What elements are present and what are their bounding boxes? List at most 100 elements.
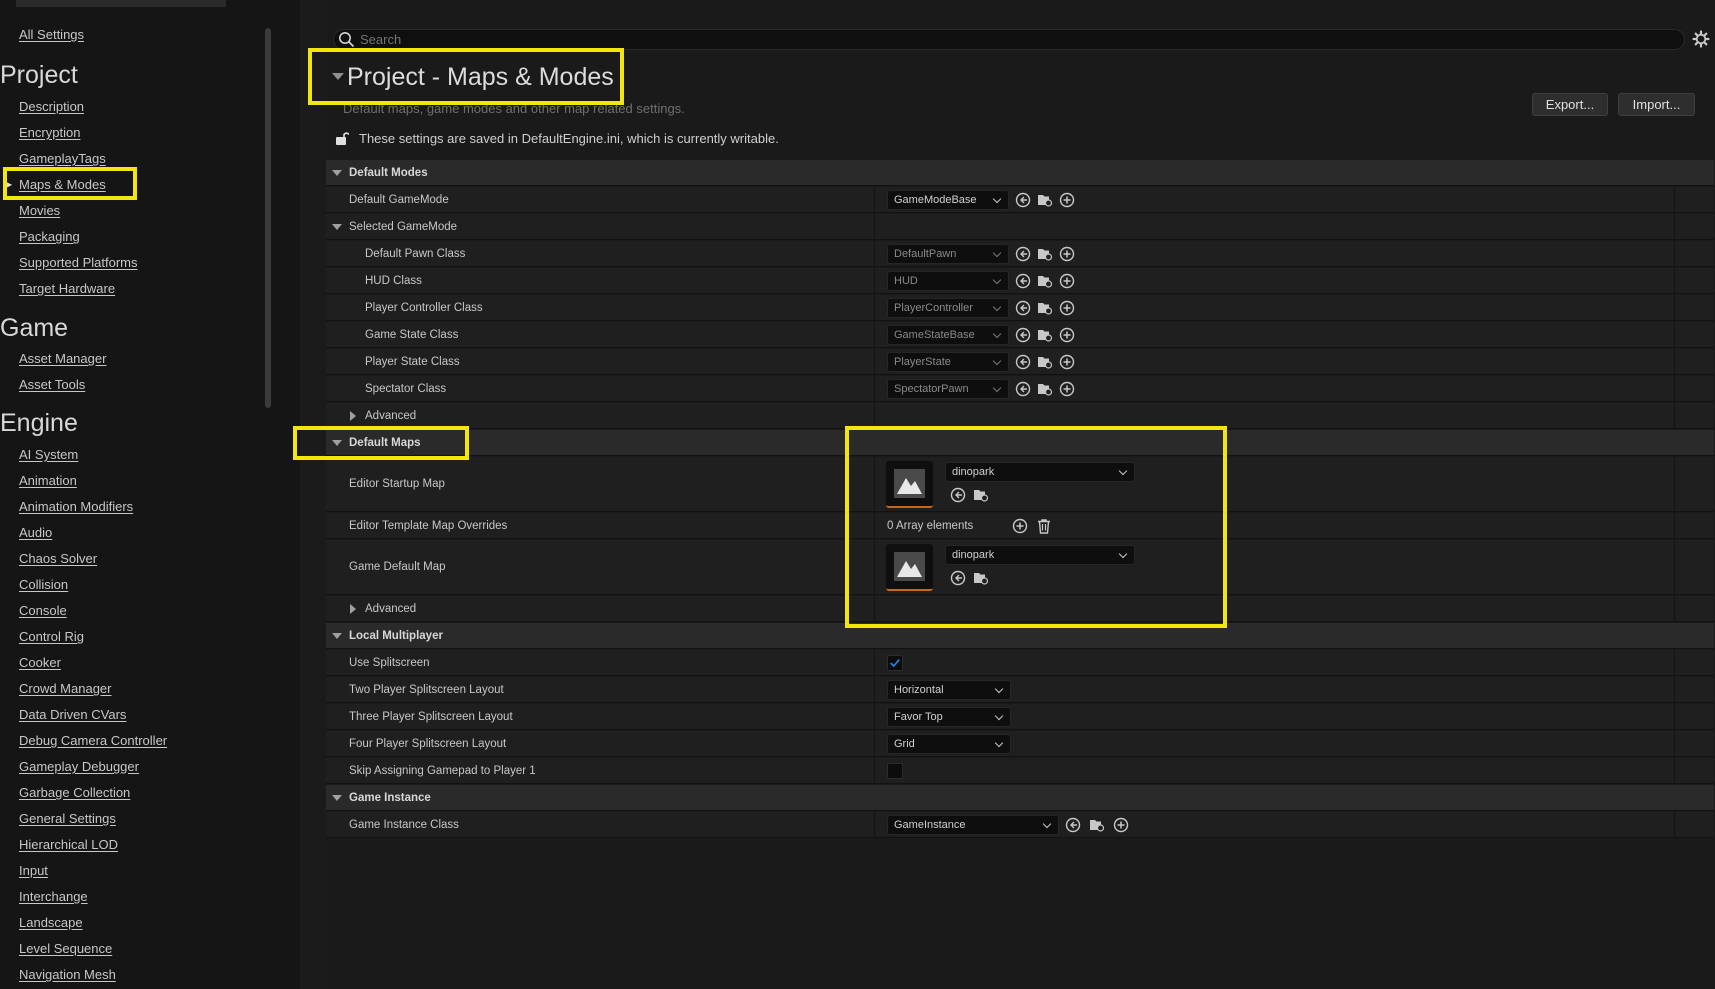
category-game-instance[interactable]: Game Instance: [326, 785, 1714, 811]
add-new-icon[interactable]: [1059, 300, 1075, 316]
sidebar-item-level-sequence[interactable]: Level Sequence: [19, 941, 112, 957]
browse-folder-icon[interactable]: [1037, 354, 1053, 370]
game-instance-dropdown[interactable]: GameInstance: [887, 815, 1059, 835]
sidebar-splitter[interactable]: [300, 0, 326, 989]
sidebar-item-encryption[interactable]: Encryption: [19, 125, 80, 141]
sidebar-item-animation[interactable]: Animation: [19, 473, 77, 489]
spectator-dropdown[interactable]: SpectatorPawn: [887, 379, 1009, 399]
sidebar-item-debug-camera-controller[interactable]: Debug Camera Controller: [19, 733, 167, 749]
hud-class-dropdown[interactable]: HUD: [887, 271, 1009, 291]
default-pawn-dropdown[interactable]: DefaultPawn: [887, 244, 1009, 264]
browse-back-arrow-icon[interactable]: [1015, 273, 1031, 289]
add-element-icon[interactable]: [1012, 518, 1028, 534]
sidebar-item-gameplaytags[interactable]: GameplayTags: [19, 151, 106, 167]
add-new-icon[interactable]: [1059, 381, 1075, 397]
map-thumbnail[interactable]: [886, 461, 933, 508]
expand-arrow-icon[interactable]: [350, 411, 356, 421]
sidebar-item-gameplay-debugger[interactable]: Gameplay Debugger: [19, 759, 139, 775]
expand-arrow-icon[interactable]: [332, 170, 342, 176]
sidebar-item-supported-platforms[interactable]: Supported Platforms: [19, 255, 138, 271]
expand-arrow-icon[interactable]: [332, 224, 342, 230]
row-selected-gamemode[interactable]: Selected GameMode: [326, 214, 1714, 240]
browse-back-arrow-icon[interactable]: [1015, 192, 1031, 208]
sidebar-item-hierarchical-lod[interactable]: Hierarchical LOD: [19, 837, 118, 853]
sidebar-item-general-settings[interactable]: General Settings: [19, 811, 116, 827]
trash-icon[interactable]: [1036, 518, 1052, 534]
import-button[interactable]: Import...: [1618, 93, 1695, 116]
collapse-arrow-icon[interactable]: [332, 73, 344, 80]
expand-arrow-icon[interactable]: [332, 440, 342, 446]
category-default-modes[interactable]: Default Modes: [326, 160, 1714, 186]
browse-back-arrow-icon[interactable]: [1015, 354, 1031, 370]
map-thumbnail[interactable]: [886, 544, 933, 591]
expand-arrow-icon[interactable]: [332, 795, 342, 801]
add-new-icon[interactable]: [1059, 192, 1075, 208]
browse-folder-icon[interactable]: [1037, 192, 1053, 208]
browse-back-arrow-icon[interactable]: [1015, 300, 1031, 316]
sidebar-item-input[interactable]: Input: [19, 863, 48, 879]
add-new-icon[interactable]: [1059, 354, 1075, 370]
browse-folder-icon[interactable]: [973, 487, 989, 503]
expand-arrow-icon[interactable]: [350, 604, 356, 614]
sidebar-item-description[interactable]: Description: [19, 99, 84, 115]
add-new-icon[interactable]: [1113, 817, 1129, 833]
browse-folder-icon[interactable]: [973, 570, 989, 586]
browse-folder-icon[interactable]: [1037, 381, 1053, 397]
all-settings-link[interactable]: All Settings: [19, 27, 84, 43]
sidebar-item-target-hardware[interactable]: Target Hardware: [19, 281, 115, 297]
sidebar-item-packaging[interactable]: Packaging: [19, 229, 80, 245]
sidebar-item-control-rig[interactable]: Control Rig: [19, 629, 84, 645]
browse-folder-icon[interactable]: [1037, 273, 1053, 289]
browse-back-arrow-icon[interactable]: [1015, 246, 1031, 262]
browse-back-arrow-icon[interactable]: [1015, 327, 1031, 343]
browse-back-arrow-icon[interactable]: [950, 487, 966, 503]
default-gamemode-dropdown[interactable]: GameModeBase: [887, 190, 1009, 210]
sidebar-item-garbage-collection[interactable]: Garbage Collection: [19, 785, 130, 801]
browse-folder-icon[interactable]: [1037, 327, 1053, 343]
gear-icon[interactable]: [1692, 30, 1710, 48]
sidebar-item-chaos-solver[interactable]: Chaos Solver: [19, 551, 97, 567]
add-new-icon[interactable]: [1059, 273, 1075, 289]
add-new-icon[interactable]: [1059, 246, 1075, 262]
game-state-dropdown[interactable]: GameStateBase: [887, 325, 1009, 345]
search-input[interactable]: [360, 29, 1660, 50]
use-splitscreen-checkbox[interactable]: [887, 655, 903, 671]
sidebar-item-cooker[interactable]: Cooker: [19, 655, 61, 671]
sidebar-scrollbar[interactable]: [265, 28, 271, 408]
sidebar-item-data-driven-cvars[interactable]: Data Driven CVars: [19, 707, 126, 723]
two-player-layout-dropdown[interactable]: Horizontal: [887, 680, 1011, 700]
sidebar-item-asset-tools[interactable]: Asset Tools: [19, 377, 85, 393]
sidebar-item-landscape[interactable]: Landscape: [19, 915, 83, 931]
add-new-icon[interactable]: [1059, 327, 1075, 343]
sidebar-item-asset-manager[interactable]: Asset Manager: [19, 351, 106, 367]
row-advanced-maps[interactable]: Advanced: [326, 596, 1714, 622]
player-controller-dropdown[interactable]: PlayerController: [887, 298, 1009, 318]
browse-back-arrow-icon[interactable]: [950, 570, 966, 586]
sidebar-item-animation-modifiers[interactable]: Animation Modifiers: [19, 499, 133, 515]
sidebar-item-movies[interactable]: Movies: [19, 203, 60, 219]
game-default-map-dropdown[interactable]: dinopark: [945, 545, 1135, 565]
browse-back-arrow-icon[interactable]: [1015, 381, 1031, 397]
browse-folder-icon[interactable]: [1037, 300, 1053, 316]
row-advanced-modes[interactable]: Advanced: [326, 403, 1714, 429]
four-player-layout-dropdown[interactable]: Grid: [887, 734, 1011, 754]
export-button[interactable]: Export...: [1532, 93, 1608, 116]
sidebar-item-maps-modes[interactable]: Maps & Modes: [19, 177, 106, 193]
category-default-maps[interactable]: Default Maps: [326, 430, 1714, 456]
sidebar-item-ai-system[interactable]: AI System: [19, 447, 78, 463]
sidebar-item-console[interactable]: Console: [19, 603, 67, 619]
expand-arrow-icon[interactable]: [332, 633, 342, 639]
skip-gamepad-checkbox[interactable]: [887, 763, 903, 779]
three-player-layout-dropdown[interactable]: Favor Top: [887, 707, 1011, 727]
browse-back-arrow-icon[interactable]: [1065, 817, 1081, 833]
player-state-dropdown[interactable]: PlayerState: [887, 352, 1009, 372]
sidebar-item-collision[interactable]: Collision: [19, 577, 68, 593]
category-local-multiplayer[interactable]: Local Multiplayer: [326, 623, 1714, 649]
browse-folder-icon[interactable]: [1037, 246, 1053, 262]
sidebar-item-navigation-mesh[interactable]: Navigation Mesh: [19, 967, 116, 983]
sidebar-item-interchange[interactable]: Interchange: [19, 889, 88, 905]
sidebar-item-crowd-manager[interactable]: Crowd Manager: [19, 681, 112, 697]
browse-folder-icon[interactable]: [1089, 817, 1105, 833]
editor-startup-map-dropdown[interactable]: dinopark: [945, 462, 1135, 482]
sidebar-item-audio[interactable]: Audio: [19, 525, 52, 541]
